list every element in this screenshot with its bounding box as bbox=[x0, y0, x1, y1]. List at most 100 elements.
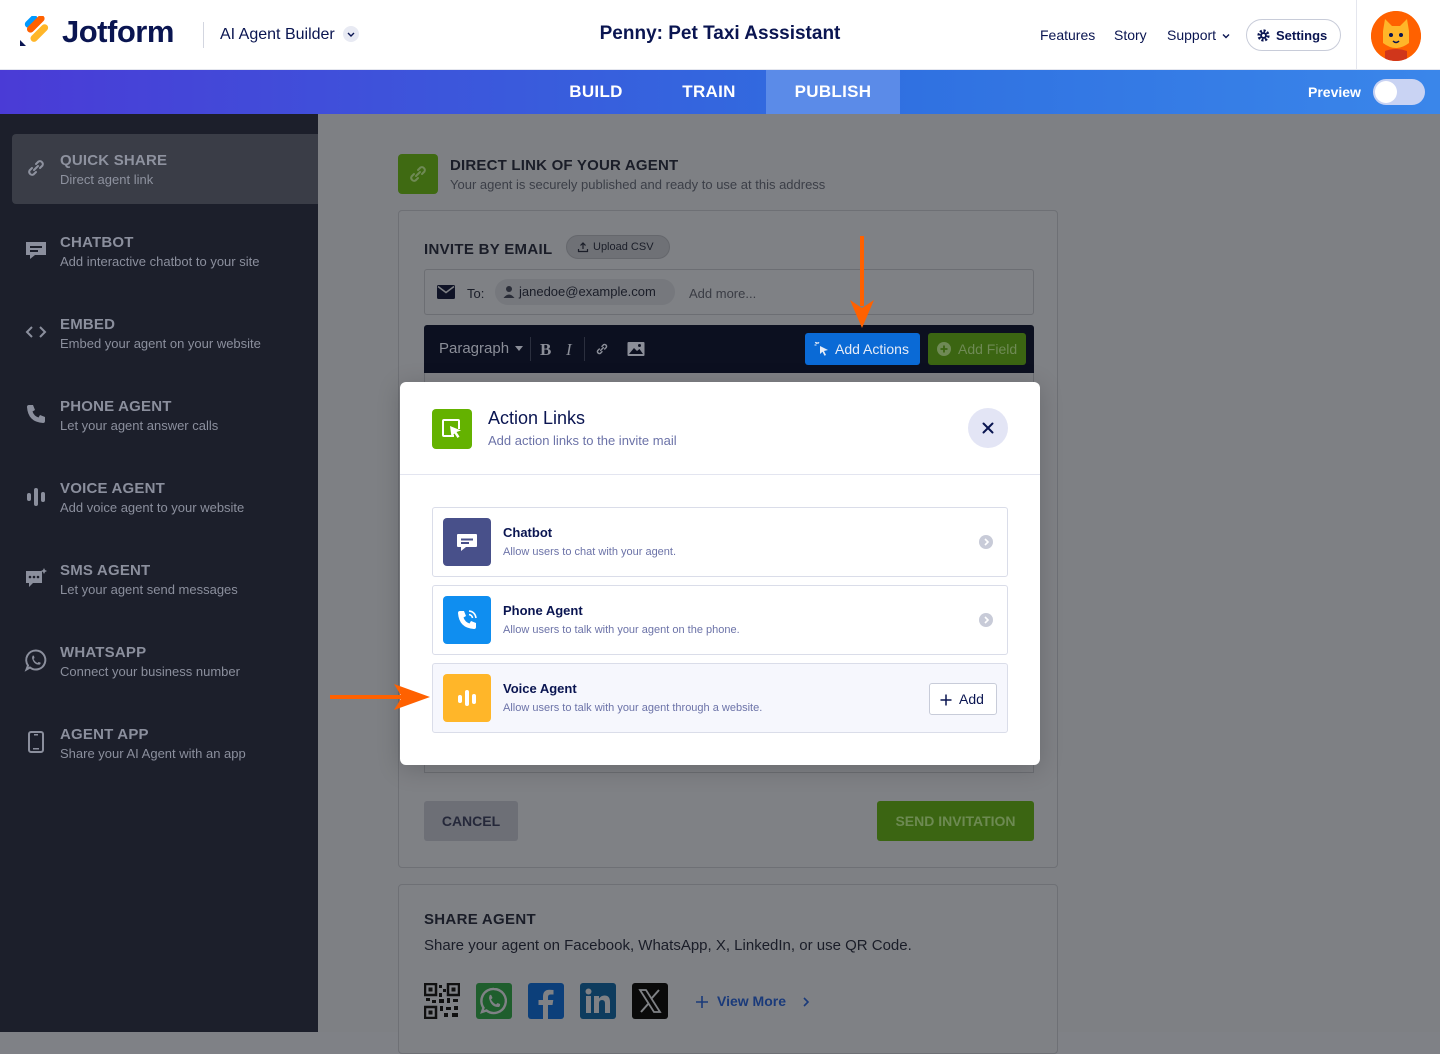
qr-code-icon[interactable] bbox=[423, 982, 461, 1020]
sidebar-item-title: CHATBOT bbox=[60, 234, 134, 251]
link-icon bbox=[410, 166, 426, 182]
sidebar-item-subtitle: Let your agent send messages bbox=[60, 582, 238, 597]
sidebar-item-embed[interactable]: EMBED Embed your agent on your website bbox=[12, 298, 318, 368]
paragraph-dropdown[interactable]: Paragraph bbox=[439, 340, 509, 357]
avatar[interactable] bbox=[1371, 11, 1421, 61]
sidebar-item-title: WHATSAPP bbox=[60, 644, 147, 661]
linkedin-icon[interactable] bbox=[580, 983, 616, 1019]
tab-publish[interactable]: PUBLISH bbox=[766, 70, 900, 114]
facebook-icon[interactable] bbox=[528, 983, 564, 1019]
sidebar-item-title: AGENT APP bbox=[60, 726, 149, 743]
top-header: Jotform AI Agent Builder Penny: Pet Taxi… bbox=[0, 0, 1440, 70]
builder-label[interactable]: AI Agent Builder bbox=[220, 26, 335, 44]
plus-icon bbox=[940, 694, 952, 706]
sidebar-item-quick-share[interactable]: QUICK SHARE Direct agent link bbox=[12, 134, 318, 204]
nav-story[interactable]: Story bbox=[1114, 27, 1147, 43]
add-label: Add bbox=[959, 691, 984, 707]
option-title: Phone Agent bbox=[503, 603, 583, 618]
upload-csv-label: Upload CSV bbox=[593, 241, 654, 253]
editor-toolbar: Paragraph B I Add Actions Add Field bbox=[424, 325, 1034, 373]
view-more-link[interactable]: View More bbox=[717, 993, 786, 1009]
brand-name[interactable]: Jotform bbox=[62, 14, 174, 50]
plus-circle-icon bbox=[937, 342, 951, 356]
jotform-logo-icon[interactable] bbox=[18, 16, 50, 48]
italic-icon[interactable]: I bbox=[564, 340, 576, 358]
email-chip-label: janedoe@example.com bbox=[519, 284, 656, 299]
add-field-button[interactable]: Add Field bbox=[928, 333, 1026, 365]
link-icon[interactable] bbox=[594, 341, 610, 357]
share-title: SHARE AGENT bbox=[424, 911, 536, 928]
chevron-right-icon[interactable] bbox=[979, 613, 993, 627]
tab-build[interactable]: BUILD bbox=[556, 70, 636, 114]
modal-subtitle: Add action links to the invite mail bbox=[488, 433, 677, 448]
action-option-phone-agent[interactable]: Phone Agent Allow users to talk with you… bbox=[432, 585, 1008, 655]
sidebar-item-chatbot[interactable]: CHATBOT Add interactive chatbot to your … bbox=[12, 216, 318, 286]
envelope-icon bbox=[437, 285, 455, 299]
x-twitter-icon[interactable] bbox=[632, 983, 668, 1019]
annotation-arrow-down-icon bbox=[850, 236, 874, 328]
recipient-field[interactable]: To: janedoe@example.com Add more... bbox=[424, 269, 1034, 315]
voice-bars-icon bbox=[458, 690, 476, 706]
cursor-click-icon bbox=[814, 341, 828, 356]
nav-support[interactable]: Support bbox=[1167, 27, 1216, 43]
sidebar-item-subtitle: Let your agent answer calls bbox=[60, 418, 219, 433]
phone-icon bbox=[458, 610, 477, 629]
send-invitation-label: SEND INVITATION bbox=[895, 813, 1016, 829]
add-actions-button[interactable]: Add Actions bbox=[805, 333, 920, 365]
option-subtitle: Allow users to talk with your agent on t… bbox=[503, 624, 740, 636]
send-invitation-button[interactable]: SEND INVITATION bbox=[877, 801, 1034, 841]
to-label: To: bbox=[467, 286, 485, 301]
add-more-input[interactable]: Add more... bbox=[689, 286, 756, 301]
voice-agent-option-badge bbox=[443, 674, 491, 722]
sidebar-item-title: QUICK SHARE bbox=[60, 152, 168, 169]
person-icon bbox=[503, 286, 515, 298]
toggle-knob bbox=[1375, 81, 1397, 103]
sidebar-item-subtitle: Direct agent link bbox=[60, 172, 154, 187]
link-icon bbox=[28, 160, 44, 176]
chevron-down-icon[interactable] bbox=[343, 26, 359, 42]
section-title: DIRECT LINK OF YOUR AGENT bbox=[450, 157, 679, 174]
sidebar-item-phone-agent[interactable]: PHONE AGENT Let your agent answer calls bbox=[12, 380, 318, 450]
sidebar-item-title: EMBED bbox=[60, 316, 116, 333]
sidebar-item-subtitle: Embed your agent on your website bbox=[60, 336, 261, 351]
chevron-right-icon[interactable] bbox=[979, 535, 993, 549]
tab-train[interactable]: TRAIN bbox=[666, 70, 752, 114]
sidebar-item-subtitle: Share your AI Agent with an app bbox=[60, 746, 246, 761]
sidebar-item-title: PHONE AGENT bbox=[60, 398, 172, 415]
toolbar-divider bbox=[584, 337, 585, 361]
bold-icon[interactable]: B bbox=[539, 340, 553, 358]
action-links-modal: Action Links Add action links to the inv… bbox=[400, 382, 1040, 765]
chevron-down-icon bbox=[1222, 34, 1230, 39]
preview-label: Preview bbox=[1308, 84, 1361, 100]
action-option-voice-agent[interactable]: Voice Agent Allow users to talk with you… bbox=[432, 663, 1008, 733]
cancel-label: CANCEL bbox=[441, 813, 501, 829]
gear-icon bbox=[1257, 29, 1270, 42]
header-divider bbox=[203, 22, 204, 48]
whatsapp-icon bbox=[24, 649, 47, 672]
sidebar-item-title: VOICE AGENT bbox=[60, 480, 165, 497]
close-icon bbox=[982, 422, 994, 434]
image-icon[interactable] bbox=[627, 341, 645, 357]
sidebar-item-sms-agent[interactable]: SMS AGENT Let your agent send messages bbox=[12, 544, 318, 614]
nav-features[interactable]: Features bbox=[1040, 27, 1095, 43]
upload-csv-button[interactable]: Upload CSV bbox=[566, 235, 670, 259]
chevron-right-icon bbox=[803, 997, 810, 1007]
cancel-button[interactable]: CANCEL bbox=[424, 801, 518, 841]
email-chip[interactable]: janedoe@example.com bbox=[495, 279, 675, 305]
cursor-box-icon bbox=[442, 419, 461, 438]
close-button[interactable] bbox=[968, 408, 1008, 448]
sidebar-item-whatsapp[interactable]: WHATSAPP Connect your business number bbox=[12, 626, 318, 696]
section-subtitle: Your agent is securely published and rea… bbox=[450, 177, 826, 192]
action-option-chatbot[interactable]: Chatbot Allow users to chat with your ag… bbox=[432, 507, 1008, 577]
phone-agent-option-badge bbox=[443, 596, 491, 644]
settings-label: Settings bbox=[1276, 28, 1328, 43]
option-subtitle: Allow users to talk with your agent thro… bbox=[503, 702, 763, 714]
preview-toggle[interactable] bbox=[1373, 79, 1425, 105]
sidebar-item-title: SMS AGENT bbox=[60, 562, 151, 579]
whatsapp-share-icon[interactable] bbox=[476, 983, 512, 1019]
add-voice-agent-button[interactable]: Add bbox=[929, 683, 997, 715]
settings-button[interactable]: Settings bbox=[1246, 19, 1341, 51]
sidebar-item-agent-app[interactable]: AGENT APP Share your AI Agent with an ap… bbox=[12, 708, 318, 778]
sidebar-item-voice-agent[interactable]: VOICE AGENT Add voice agent to your webs… bbox=[12, 462, 318, 532]
mobile-icon bbox=[28, 731, 44, 753]
